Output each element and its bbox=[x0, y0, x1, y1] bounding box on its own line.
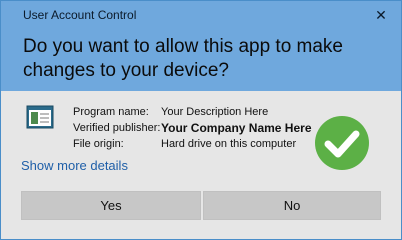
uac-dialog: User Account Control ✕ Do you want to al… bbox=[0, 0, 402, 240]
show-more-details-link[interactable]: Show more details bbox=[21, 158, 128, 173]
program-name-label: Program name: bbox=[73, 106, 149, 118]
details-values: Your Description Here Your Company Name … bbox=[161, 104, 312, 152]
yes-button[interactable]: Yes bbox=[21, 191, 201, 220]
close-icon[interactable]: ✕ bbox=[372, 6, 390, 24]
prompt-headline: Do you want to allow this app to make ch… bbox=[23, 36, 344, 81]
app-window-icon bbox=[26, 105, 54, 129]
details-labels: Program name: Verified publisher: File o… bbox=[73, 104, 160, 152]
checkmark-icon bbox=[314, 115, 370, 171]
program-name-value: Your Description Here bbox=[161, 106, 269, 118]
dialog-body: Program name: Verified publisher: File o… bbox=[1, 91, 401, 239]
no-button[interactable]: No bbox=[203, 191, 381, 220]
file-origin-value: Hard drive on this computer bbox=[161, 138, 297, 150]
verified-publisher-label: Verified publisher: bbox=[73, 122, 161, 134]
window-title: User Account Control bbox=[23, 8, 137, 22]
file-origin-label: File origin: bbox=[73, 138, 124, 150]
verified-publisher-value: Your Company Name Here bbox=[161, 121, 312, 135]
dialog-header: User Account Control ✕ Do you want to al… bbox=[1, 1, 401, 91]
